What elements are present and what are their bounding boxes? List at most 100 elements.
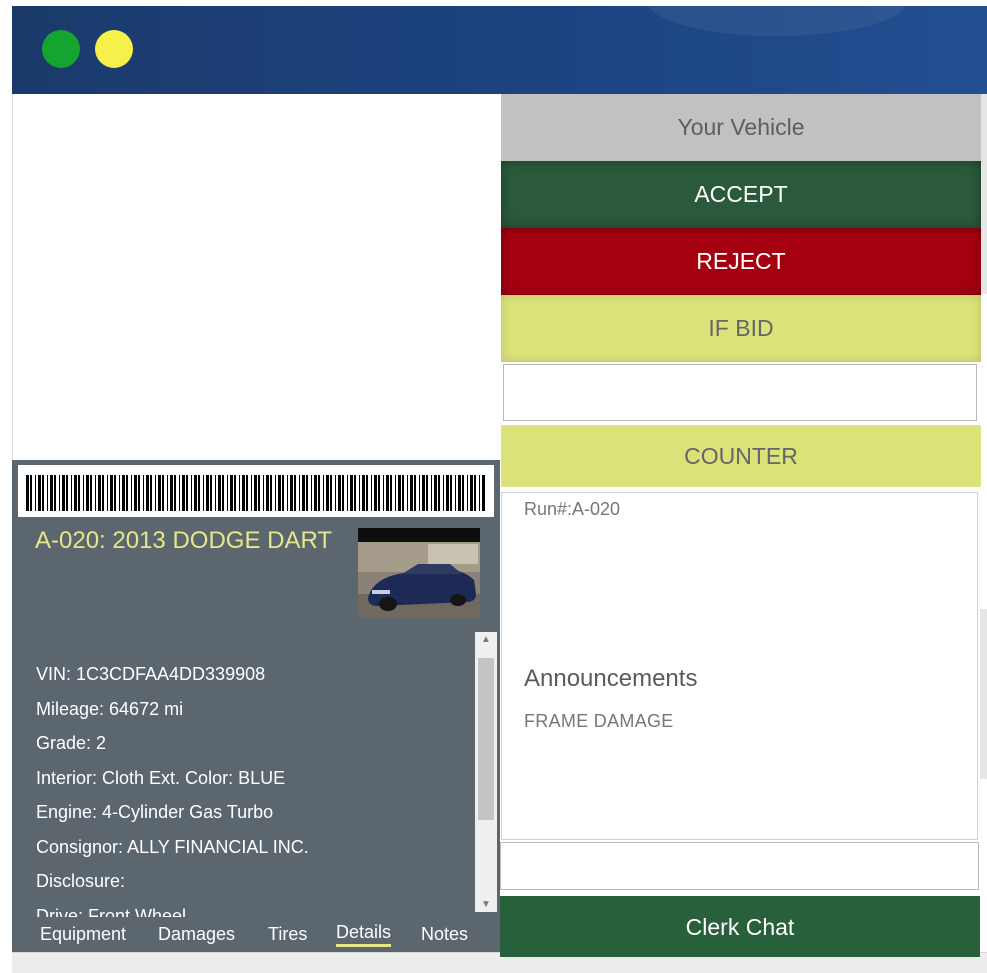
tab-notes[interactable]: Notes	[421, 920, 468, 948]
barcode-bar	[431, 475, 432, 511]
barcode-bar	[443, 475, 444, 511]
barcode-bar	[302, 475, 305, 511]
barcode-bar	[458, 475, 461, 511]
scrollbar-thumb[interactable]	[478, 658, 494, 820]
barcode-bar	[350, 475, 353, 511]
detail-tabs: Equipment Damages Tires Details Notes	[12, 917, 500, 952]
barcode-bar	[131, 475, 132, 511]
barcode-bar	[282, 475, 284, 511]
barcode-bar	[62, 475, 65, 511]
barcode-bar	[258, 475, 260, 511]
tab-equipment[interactable]: Equipment	[40, 920, 126, 948]
barcode-bar	[434, 475, 437, 511]
barcode-bar	[323, 475, 324, 511]
barcode-bar	[107, 475, 108, 511]
barcode-bar	[162, 475, 164, 511]
barcode-bar	[47, 475, 48, 511]
scroll-down-icon[interactable]: ▼	[475, 899, 497, 910]
counter-input[interactable]	[503, 364, 977, 421]
barcode-bar	[98, 475, 101, 511]
yellow-status-dot[interactable]	[95, 30, 133, 68]
tab-details[interactable]: Details	[336, 920, 392, 947]
barcode-bar	[383, 475, 384, 511]
barcode-bar	[191, 475, 192, 511]
barcode-bar	[179, 475, 180, 511]
vehicle-detail-item: VIN: 1C3CDFAA4DD339908	[36, 664, 266, 684]
barcode-bar	[194, 475, 197, 511]
barcode-bar	[338, 475, 341, 511]
details-scrollbar[interactable]: ▲ ▼	[475, 632, 497, 912]
vehicle-detail-item: Consignor: ALLY FINANCIAL INC.	[36, 836, 309, 857]
if-bid-button[interactable]: IF BID	[501, 295, 981, 362]
barcode-bar	[470, 475, 473, 511]
vehicle-photo[interactable]	[358, 528, 480, 618]
barcode-bar	[287, 475, 288, 511]
barcode-bar	[414, 475, 416, 511]
barcode-bar	[206, 475, 209, 511]
vehicle-details-scroll[interactable]: VIN: 1C3CDFAA4DD339908 Mileage: 64672 mi G…	[12, 635, 474, 917]
barcode-bar	[330, 475, 332, 511]
run-number: Run#:A-020	[524, 499, 621, 519]
barcode-bar	[86, 475, 89, 511]
car-photo-icon	[358, 528, 480, 618]
barcode-bar	[251, 475, 252, 511]
barcode-bar	[222, 475, 224, 511]
chat-input[interactable]	[500, 842, 979, 890]
vehicle-detail-item: Mileage: 64672 mi	[36, 698, 184, 719]
barcode-bar	[26, 475, 29, 511]
barcode	[18, 465, 494, 517]
counter-button[interactable]: COUNTER	[501, 425, 981, 487]
reject-button[interactable]: REJECT	[501, 228, 981, 295]
barcode-bar	[266, 475, 269, 511]
barcode-bar	[126, 475, 128, 511]
barcode-bar	[290, 475, 293, 511]
barcode-bar	[146, 475, 149, 511]
barcode-bar	[450, 475, 452, 511]
vehicle-title: A-020: 2013 DODGE DART	[35, 527, 333, 554]
scroll-up-icon[interactable]: ▲	[475, 634, 497, 645]
video-area	[12, 94, 501, 460]
vehicle-details-list: VIN: 1C3CDFAA4DD339908 Mileage: 64672 mi G…	[36, 657, 309, 917]
barcode-bar	[155, 475, 156, 511]
your-vehicle-label: Your Vehicle	[501, 94, 981, 161]
barcode-bar	[110, 475, 113, 511]
barcode-bar	[114, 475, 116, 511]
barcode-bar	[263, 475, 264, 511]
vehicle-detail-item: Interior: Cloth Ext. Color: BLUE	[36, 767, 286, 788]
green-status-dot[interactable]	[42, 30, 80, 68]
barcode-bar	[311, 475, 312, 511]
barcode-bar	[347, 475, 348, 511]
barcode-bar	[378, 475, 380, 511]
barcode-bar	[335, 475, 336, 511]
barcode-bar	[167, 475, 168, 511]
barcode-bar	[78, 475, 80, 511]
barcode-bar	[54, 475, 56, 511]
barcode-bar	[42, 475, 44, 511]
tab-damages[interactable]: Damages	[158, 920, 235, 948]
barcode-bar	[210, 475, 212, 511]
clerk-chat-button[interactable]: Clerk Chat	[500, 896, 980, 957]
barcode-bar	[230, 475, 233, 511]
barcode-bar	[402, 475, 404, 511]
barcode-bar	[66, 475, 68, 511]
barcode-bar	[294, 475, 296, 511]
announcements-heading: Announcements	[524, 665, 698, 692]
barcode-bar	[342, 475, 344, 511]
vehicle-panel: A-020: 2013 DODGE DART VIN: 1C3CDFAA4DD3…	[12, 460, 500, 952]
barcode-bar	[150, 475, 152, 511]
barcode-bar	[134, 475, 137, 511]
tab-tires[interactable]: Tires	[268, 920, 307, 948]
barcode-bar	[314, 475, 317, 511]
barcode-bar	[318, 475, 320, 511]
app-header	[12, 6, 987, 94]
barcode-bar	[95, 475, 96, 511]
barcode-bar	[482, 475, 485, 511]
barcode-bar	[215, 475, 216, 511]
barcode-bar	[455, 475, 456, 511]
barcode-bar	[278, 475, 281, 511]
header-decoration	[647, 6, 907, 36]
barcode-bar	[203, 475, 204, 511]
barcode-bar	[234, 475, 236, 511]
accept-button[interactable]: ACCEPT	[501, 161, 981, 228]
vehicle-detail-item: Drive: Front Wheel	[36, 905, 187, 918]
